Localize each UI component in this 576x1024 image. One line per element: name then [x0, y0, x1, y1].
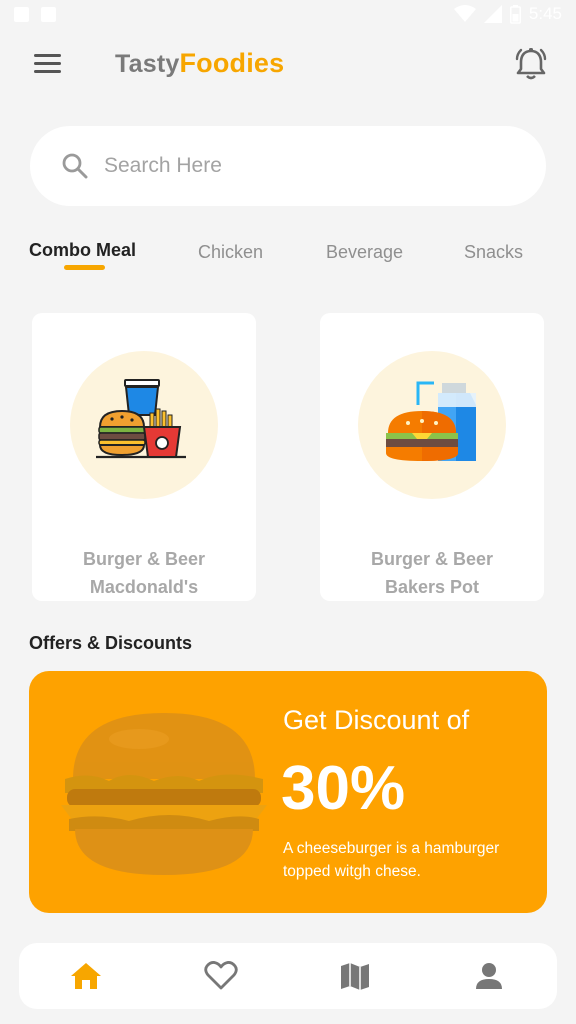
food-card-macdonalds[interactable]: Burger & Beer Macdonald's: [32, 313, 256, 601]
offers-section-title: Offers & Discounts: [29, 633, 193, 653]
heart-icon: [204, 961, 238, 990]
card-title: Burger & Beer: [370, 549, 494, 569]
tab-snacks[interactable]: Snacks: [464, 242, 523, 263]
combo-meal-icon: [96, 379, 186, 459]
nav-profile[interactable]: [471, 959, 507, 993]
map-icon: [341, 963, 369, 990]
tab-chicken[interactable]: Chicken: [198, 242, 263, 263]
card-title: Burger & Beer: [82, 549, 206, 569]
food-card-bakers-pot[interactable]: Burger & Beer Bakers Pot: [320, 313, 544, 601]
category-tabs: Combo Meal Chicken Beverage Snacks: [0, 236, 576, 276]
app-title: TastyFoodies: [115, 48, 284, 79]
active-tab-indicator: [64, 265, 105, 270]
notification-bell-icon[interactable]: [512, 46, 550, 82]
burger-image: [61, 713, 267, 875]
search-input[interactable]: [104, 146, 504, 186]
status-bar: 5:45: [0, 0, 576, 30]
tab-beverage[interactable]: Beverage: [326, 242, 403, 263]
home-icon: [71, 963, 101, 989]
offer-description: A cheeseburger is a hamburger topped wit…: [283, 840, 500, 880]
app-notification-icon: [41, 7, 56, 22]
search-icon: [62, 153, 88, 179]
food-image-circle: [358, 351, 506, 499]
battery-icon: [509, 4, 521, 24]
gallery-notification-icon: [14, 7, 29, 22]
discount-banner[interactable]: Get Discount of 30% A cheeseburger is a …: [29, 671, 547, 913]
signal-icon: [483, 5, 502, 23]
food-image-circle: [70, 351, 218, 499]
nav-home[interactable]: [68, 959, 104, 993]
card-store: Bakers Pot: [384, 577, 480, 597]
app-title-foodies: Foodies: [179, 48, 285, 78]
search-bar[interactable]: [30, 126, 546, 206]
app-bar: TastyFoodies: [0, 36, 576, 92]
wifi-icon: [453, 5, 476, 22]
card-store: Macdonald's: [89, 577, 199, 597]
status-notifications: [14, 7, 56, 22]
offer-percent: 30%: [281, 754, 406, 823]
bottom-navigation: [19, 943, 557, 1009]
burger-drink-icon: [386, 381, 476, 461]
nav-map[interactable]: [337, 959, 373, 993]
profile-icon: [476, 963, 502, 989]
menu-icon[interactable]: [34, 54, 61, 74]
status-right: 5:45: [453, 4, 562, 24]
nav-favorites[interactable]: [203, 959, 239, 993]
status-time: 5:45: [528, 4, 562, 23]
app-title-tasty: Tasty: [115, 50, 180, 78]
tab-combo-meal[interactable]: Combo Meal: [29, 240, 136, 261]
offer-heading: Get Discount of: [283, 705, 470, 735]
